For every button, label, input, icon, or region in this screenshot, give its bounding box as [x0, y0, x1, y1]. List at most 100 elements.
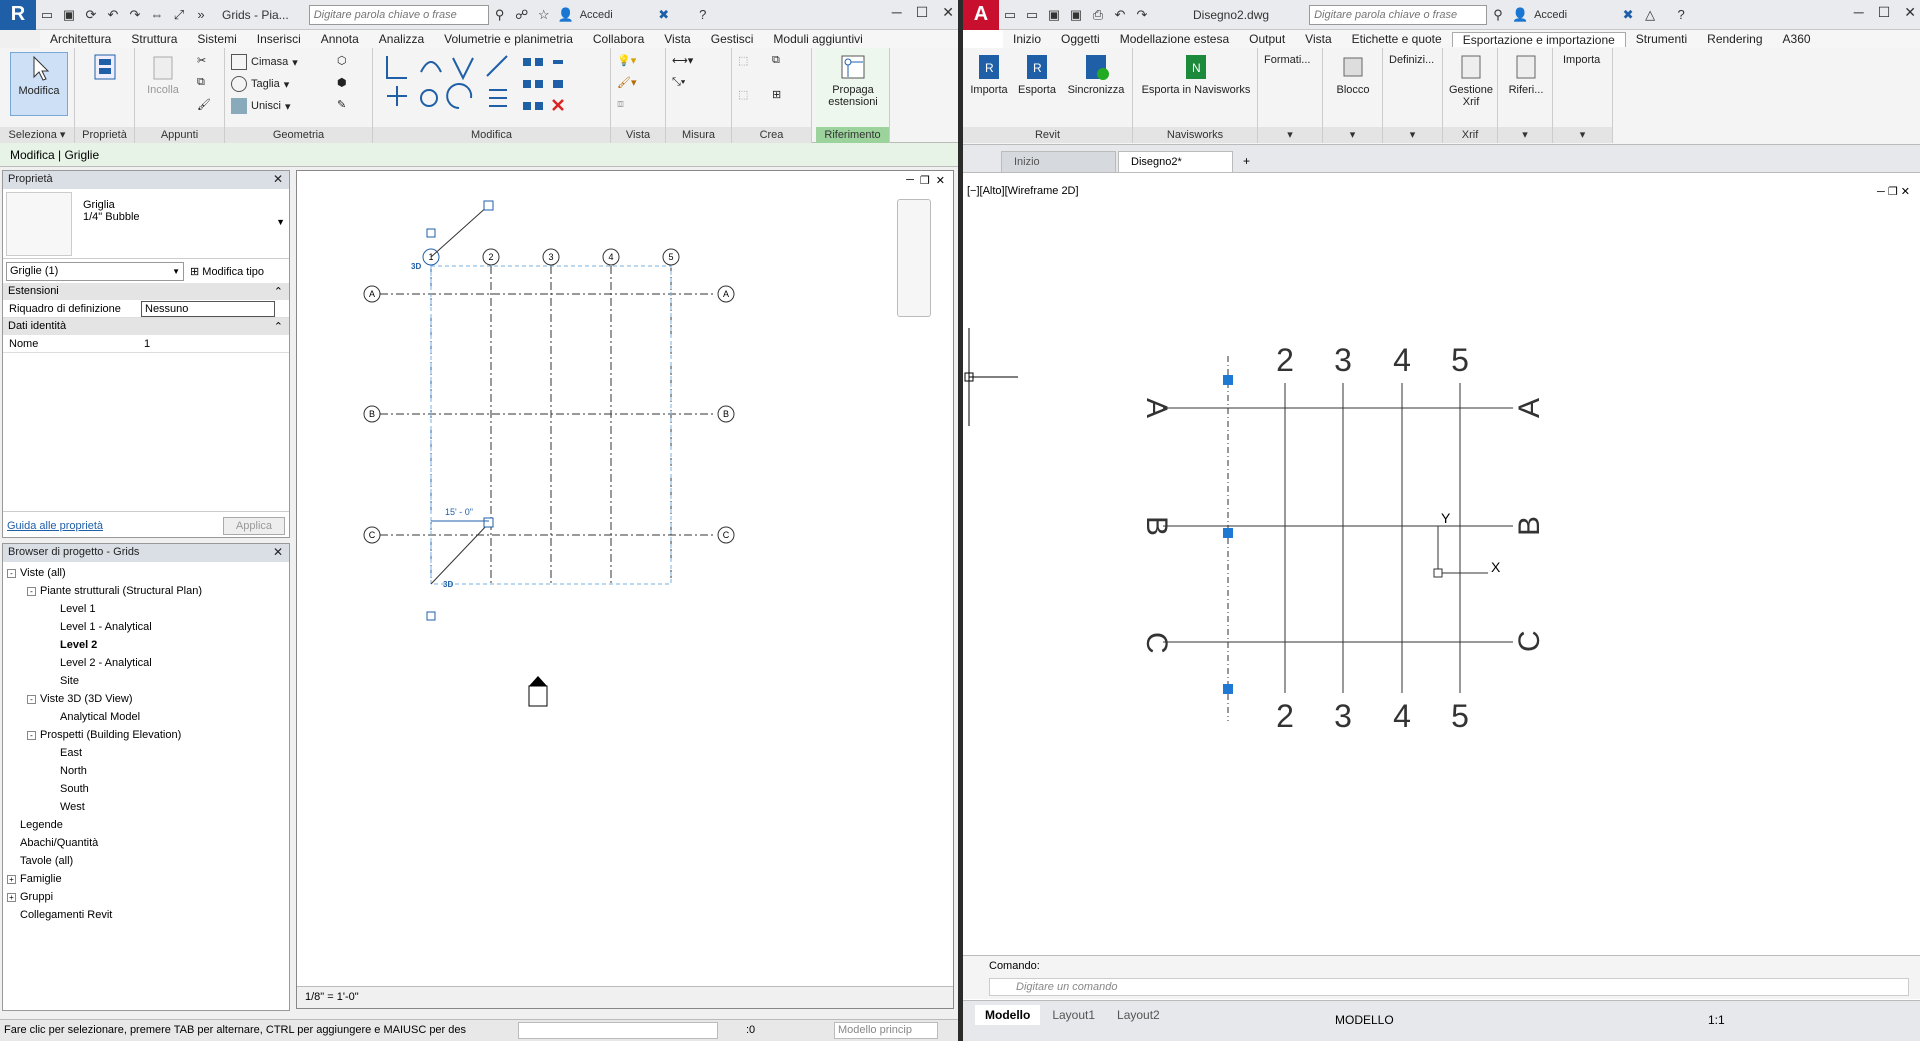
expand-icon[interactable]: -: [7, 568, 16, 578]
revit-drawing-area[interactable]: ─❐✕ 12345AABBCC3D3D15' - 0" 1/8" = 1'-0": [296, 170, 954, 1009]
lock-icon[interactable]: [483, 517, 494, 528]
acad-tab[interactable]: Output: [1239, 32, 1295, 46]
block-button[interactable]: Blocco: [1329, 52, 1377, 96]
grip-handle[interactable]: [1223, 375, 1233, 385]
close-icon[interactable]: ✕: [942, 4, 954, 21]
acad-tab[interactable]: Modellazione estesa: [1110, 32, 1239, 46]
comm-icon[interactable]: ☍: [514, 7, 530, 23]
edit-type-button[interactable]: ⊞ Modifica tipo: [190, 265, 264, 278]
view-tool-icon[interactable]: ⧈: [617, 98, 624, 111]
tag-3d[interactable]: 3D: [443, 580, 453, 589]
browser-item[interactable]: Level 2: [7, 636, 285, 654]
browser-close-icon[interactable]: ✕: [273, 545, 283, 559]
design-option-select[interactable]: Modello princip: [834, 1022, 938, 1039]
measure-dist-icon[interactable]: ⟷▾: [672, 54, 693, 67]
acad-drawing-area[interactable]: [−][Alto][Wireframe 2D] ─ ❐ ✕ 22334455AA…: [963, 173, 1920, 955]
model-space-toggle[interactable]: MODELLO: [1335, 1013, 1394, 1027]
geom-tool-2-icon[interactable]: ⬢: [337, 76, 347, 89]
extents-section[interactable]: Estensioni ⌃: [3, 283, 289, 300]
revit-tab[interactable]: Sistemi: [187, 32, 246, 46]
type-dropdown-icon[interactable]: ▼: [276, 217, 285, 227]
hide-bubble-checkbox[interactable]: [426, 228, 436, 238]
revit-signin[interactable]: Accedi: [577, 9, 616, 21]
grip-handle[interactable]: [1223, 528, 1233, 538]
save-icon[interactable]: ▣: [1046, 7, 1062, 23]
reference-button[interactable]: Riferi...: [1500, 52, 1552, 96]
a360-icon[interactable]: △: [1642, 7, 1658, 23]
maximize-icon[interactable]: ☐: [916, 4, 929, 21]
definitions-button[interactable]: Definizi...: [1389, 54, 1434, 66]
dimension-text[interactable]: 15' - 0": [445, 507, 473, 517]
brush-icon[interactable]: 🖌▾: [617, 76, 637, 89]
cut-icon[interactable]: ✂: [197, 54, 206, 67]
help-icon[interactable]: ?: [1673, 7, 1689, 23]
revit-tab[interactable]: Architettura: [40, 32, 121, 46]
modify-button[interactable]: Modifica: [10, 52, 68, 116]
browser-item[interactable]: + Famiglie: [7, 870, 285, 888]
export-navisworks-button[interactable]: N Esporta in Navisworks: [1137, 52, 1255, 96]
revit-tab[interactable]: Inserisci: [247, 32, 311, 46]
browser-item[interactable]: Level 2 - Analytical: [7, 654, 285, 672]
create-part-icon[interactable]: ⬚: [738, 54, 748, 67]
print-icon[interactable]: ⎙: [1090, 7, 1106, 23]
apply-button[interactable]: Applica: [222, 516, 285, 535]
cope-button[interactable]: Cimasa ▾: [231, 54, 298, 70]
expand-icon[interactable]: +: [7, 892, 16, 902]
browser-item[interactable]: + Gruppi: [7, 888, 285, 906]
block-panel-expand[interactable]: ▾: [1323, 127, 1382, 143]
exchange-icon[interactable]: ✖: [1620, 7, 1636, 23]
scope-box-value[interactable]: Nessuno: [141, 300, 275, 317]
browser-item[interactable]: North: [7, 762, 285, 780]
grip-handle[interactable]: [1223, 684, 1233, 694]
revit-logo[interactable]: R: [0, 0, 36, 30]
reference-panel-expand[interactable]: ▾: [1498, 127, 1552, 143]
properties-button[interactable]: [85, 52, 125, 84]
acad-search-input[interactable]: [1309, 4, 1488, 25]
layout-tab[interactable]: Modello: [975, 1005, 1041, 1025]
elevation-marker[interactable]: [528, 685, 548, 707]
saveas-icon[interactable]: ▣: [1068, 7, 1084, 23]
modify-tools-icons[interactable]: [381, 52, 606, 124]
browser-item[interactable]: - Prospetti (Building Elevation): [7, 726, 285, 744]
definitions-panel-expand[interactable]: ▾: [1383, 127, 1442, 143]
expand-icon[interactable]: -: [27, 694, 36, 704]
expand-icon[interactable]: -: [27, 586, 36, 596]
minimize-icon[interactable]: ─: [1854, 4, 1864, 21]
user-icon[interactable]: 👤: [558, 7, 574, 23]
match-icon[interactable]: 🖌: [197, 98, 211, 111]
revit-tab[interactable]: Struttura: [121, 32, 187, 46]
revit-tab[interactable]: Analizza: [369, 32, 434, 46]
annotation-scale[interactable]: 1:1: [1708, 1013, 1725, 1027]
browser-item[interactable]: Level 1 - Analytical: [7, 618, 285, 636]
expand-icon[interactable]: -: [27, 730, 36, 740]
layout-tab[interactable]: Layout1: [1042, 1005, 1105, 1025]
revit-tab[interactable]: Gestisci: [701, 32, 764, 46]
undo-icon[interactable]: ↶: [1112, 7, 1128, 23]
revit-tab[interactable]: Moduli aggiuntivi: [763, 32, 872, 46]
select-panel-label[interactable]: Seleziona ▾: [0, 127, 74, 143]
name-value[interactable]: 1: [141, 338, 275, 350]
open-icon[interactable]: ▭: [39, 7, 55, 23]
binoculars-icon[interactable]: ⚲: [1490, 7, 1506, 23]
create-group-icon[interactable]: ⧉: [772, 54, 780, 67]
binoculars-icon[interactable]: ⚲: [492, 7, 508, 23]
browser-item[interactable]: South: [7, 780, 285, 798]
export-button[interactable]: R Esporta: [1015, 52, 1059, 96]
browser-item[interactable]: Analytical Model: [7, 708, 285, 726]
join-button[interactable]: Unisci ▾: [231, 98, 290, 114]
command-input[interactable]: Digitare un comando: [989, 978, 1909, 996]
browser-item[interactable]: East: [7, 744, 285, 762]
browser-item[interactable]: Legende: [7, 816, 285, 834]
cut-geom-button[interactable]: Taglia ▾: [231, 76, 289, 92]
create-similar-icon[interactable]: ⬚: [738, 88, 748, 101]
redo-icon[interactable]: ↷: [127, 7, 143, 23]
acad-tab[interactable]: A360: [1773, 32, 1821, 46]
new-tab-icon[interactable]: +: [1235, 150, 1258, 172]
acad-grid-svg[interactable]: 2 2 3 3 4 4 5 5 A A B B C C Y X: [963, 173, 1920, 955]
geom-tool-3-icon[interactable]: ✎: [337, 98, 346, 111]
geom-tool-1-icon[interactable]: ⬡: [337, 54, 347, 67]
browser-item[interactable]: Level 1: [7, 600, 285, 618]
revit-tab[interactable]: Annota: [311, 32, 369, 46]
browser-item[interactable]: - Piante strutturali (Structural Plan): [7, 582, 285, 600]
browser-item[interactable]: Abachi/Quantità: [7, 834, 285, 852]
